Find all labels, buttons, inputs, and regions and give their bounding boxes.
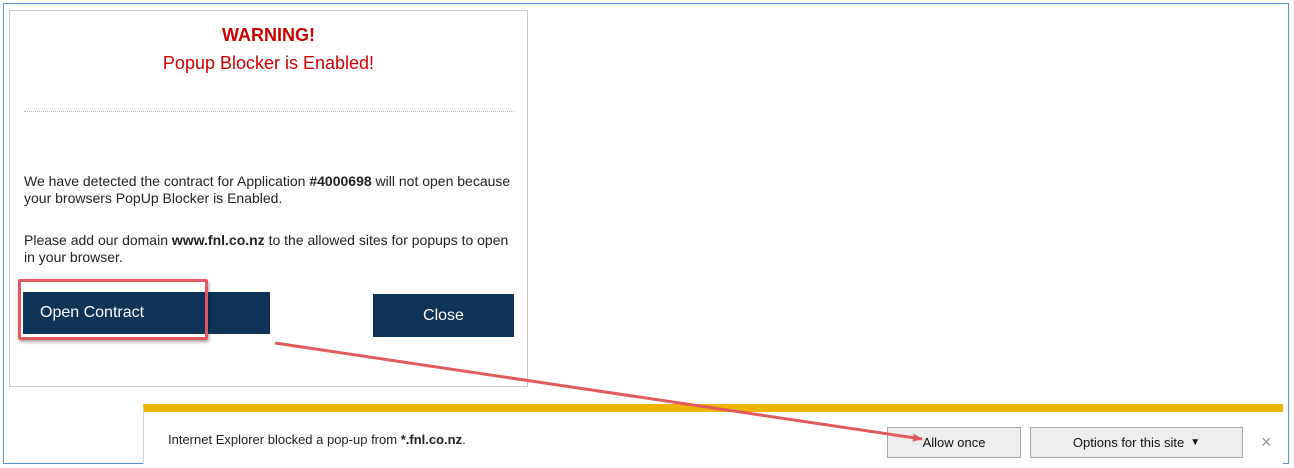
- arrow-line: [274, 341, 923, 442]
- annotation-arrow: [274, 341, 923, 442]
